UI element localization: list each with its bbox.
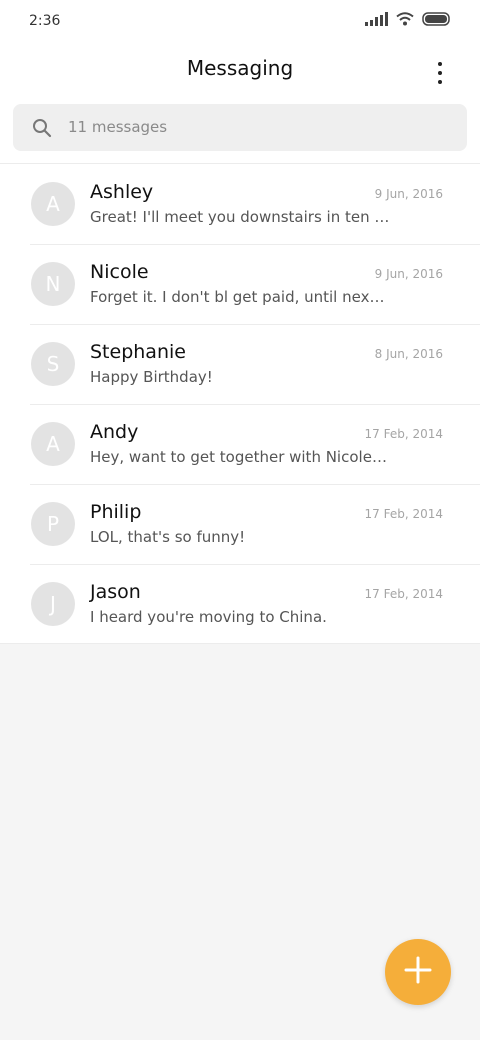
- wifi-icon: [396, 12, 414, 26]
- avatar: J: [31, 582, 75, 626]
- avatar: S: [31, 342, 75, 386]
- new-message-button[interactable]: [385, 939, 451, 1005]
- message-date: 9 Jun, 2016: [374, 187, 443, 201]
- message-preview: Hey, want to get together with Nicole on…: [90, 448, 390, 466]
- top-section: 2:36 Messaging 11 messages: [0, 0, 480, 164]
- avatar: A: [31, 422, 75, 466]
- message-preview: LOL, that's so funny!: [90, 528, 246, 546]
- conversation-item[interactable]: J Jason 17 Feb, 2014 I heard you're movi…: [0, 564, 480, 644]
- message-date: 17 Feb, 2014: [364, 507, 444, 521]
- message-date: 8 Jun, 2016: [374, 347, 443, 361]
- contact-name: Ashley: [90, 181, 154, 203]
- more-options-button[interactable]: [422, 58, 458, 88]
- message-preview: Happy Birthday!: [90, 368, 213, 386]
- conversation-item[interactable]: S Stephanie 8 Jun, 2016 Happy Birthday!: [0, 324, 480, 404]
- search-placeholder: 11 messages: [68, 118, 168, 136]
- message-date: 17 Feb, 2014: [364, 587, 444, 601]
- conversation-item[interactable]: A Andy 17 Feb, 2014 Hey, want to get tog…: [0, 404, 480, 484]
- conversation-item[interactable]: P Philip 17 Feb, 2014 LOL, that's so fun…: [0, 484, 480, 564]
- battery-icon: [422, 12, 452, 26]
- status-time: 2:36: [29, 13, 61, 29]
- avatar: A: [31, 182, 75, 226]
- avatar: P: [31, 502, 75, 546]
- status-icons: [365, 12, 452, 26]
- message-preview: I heard you're moving to China.: [90, 608, 327, 626]
- contact-name: Jason: [90, 581, 141, 603]
- message-preview: Great! I'll meet you downstairs in ten m…: [90, 208, 390, 226]
- header: Messaging: [0, 44, 480, 100]
- conversation-list: A Ashley 9 Jun, 2016 Great! I'll meet yo…: [0, 164, 480, 644]
- conversation-item[interactable]: A Ashley 9 Jun, 2016 Great! I'll meet yo…: [0, 164, 480, 244]
- signal-icon: [365, 12, 388, 26]
- contact-name: Nicole: [90, 261, 149, 283]
- search-icon: [32, 118, 52, 142]
- search-bar[interactable]: 11 messages: [13, 104, 467, 151]
- conversation-item[interactable]: N Nicole 9 Jun, 2016 Forget it. I don't …: [0, 244, 480, 324]
- message-date: 17 Feb, 2014: [364, 427, 444, 441]
- contact-name: Stephanie: [90, 341, 186, 363]
- avatar: N: [31, 262, 75, 306]
- message-date: 9 Jun, 2016: [374, 267, 443, 281]
- contact-name: Andy: [90, 421, 139, 443]
- plus-icon: [404, 956, 432, 988]
- message-preview: Forget it. I don't bl get paid, until ne…: [90, 288, 390, 306]
- more-vertical-icon: [438, 62, 442, 66]
- contact-name: Philip: [90, 501, 142, 523]
- search-container: 11 messages: [0, 100, 480, 164]
- page-title: Messaging: [186, 56, 294, 80]
- status-bar: 2:36: [0, 0, 480, 44]
